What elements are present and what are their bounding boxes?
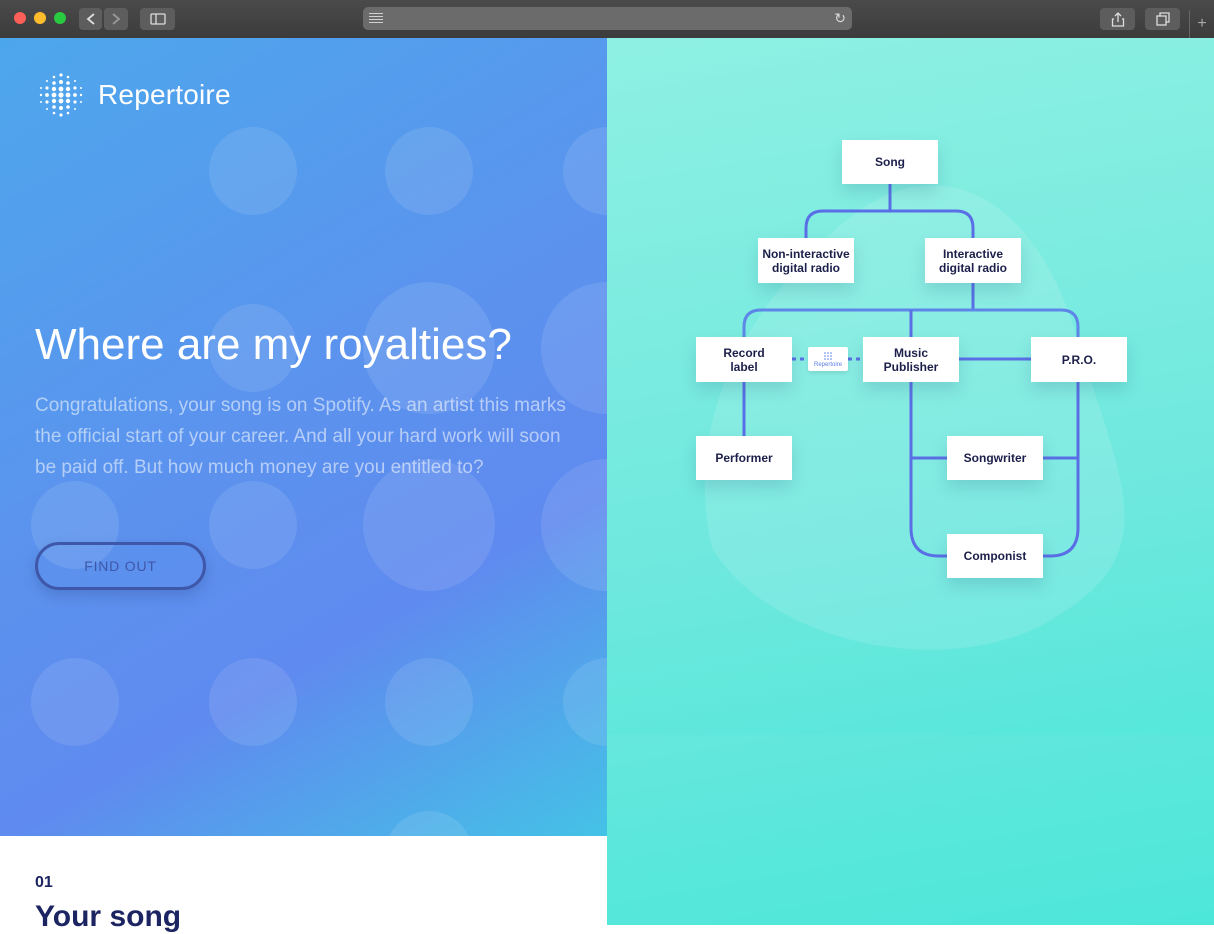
browser-toolbar: ↻ +	[0, 0, 1214, 39]
hero-description: Congratulations, your song is on Spotify…	[35, 395, 566, 478]
brand-name: Repertoire	[98, 79, 231, 110]
royalty-diagram-panel: Song Non-interactive digital radio Inter…	[607, 38, 1214, 925]
hero-section: Repertoire Where are my royalties? Congr…	[0, 38, 607, 836]
song-section: 01 Your song	[0, 836, 607, 933]
sidebar-toggle-button[interactable]	[140, 8, 175, 30]
sidebar-icon	[149, 13, 166, 25]
new-tab-button[interactable]: +	[1189, 10, 1214, 38]
bubble-decoration	[209, 127, 297, 215]
node-song[interactable]: Song	[842, 140, 938, 184]
bubble-decoration	[209, 481, 297, 569]
node-songwriter[interactable]: Songwriter	[947, 436, 1043, 480]
bubble-decoration	[385, 127, 473, 215]
close-window-button[interactable]	[14, 12, 26, 24]
find-out-button[interactable]: FIND OUT	[35, 542, 206, 590]
tabs-icon	[1155, 12, 1170, 26]
section-number: 01	[35, 874, 53, 891]
badge-label: Repertoire	[813, 361, 842, 368]
bubble-decoration	[385, 811, 473, 836]
bubble-decoration	[31, 658, 119, 746]
address-bar[interactable]: ↻	[363, 7, 852, 30]
node-performer[interactable]: Performer	[696, 436, 792, 480]
reader-icon[interactable]	[369, 13, 383, 24]
node-music-publisher[interactable]: Music Publisher	[863, 337, 959, 382]
page-title: Where are my royalties?	[35, 320, 512, 369]
share-button[interactable]	[1100, 8, 1135, 30]
node-record-label[interactable]: Record label	[696, 337, 792, 382]
chevron-left-icon	[86, 13, 95, 25]
bubble-decoration	[209, 658, 297, 746]
tabs-button[interactable]	[1145, 8, 1180, 30]
node-componist[interactable]: Componist	[947, 534, 1043, 578]
brand-logo[interactable]: Repertoire	[38, 72, 231, 118]
node-interactive-radio[interactable]: Interactive digital radio	[925, 238, 1021, 283]
logo-icon	[824, 351, 832, 360]
bubble-decoration	[563, 658, 607, 746]
node-pro[interactable]: P.R.O.	[1031, 337, 1127, 382]
reload-icon[interactable]: ↻	[834, 10, 846, 27]
minimize-window-button[interactable]	[34, 12, 46, 24]
logo-icon	[39, 73, 83, 117]
back-button[interactable]	[79, 8, 102, 30]
forward-button[interactable]	[104, 8, 128, 30]
chevron-right-icon	[112, 13, 121, 25]
repertoire-badge: Repertoire	[808, 347, 848, 371]
bubble-decoration	[385, 658, 473, 746]
node-non-interactive-radio[interactable]: Non-interactive digital radio	[758, 238, 854, 283]
share-icon	[1111, 11, 1124, 27]
section-title: Your song	[35, 900, 182, 933]
bubble-decoration	[563, 127, 607, 215]
zoom-window-button[interactable]	[54, 12, 66, 24]
